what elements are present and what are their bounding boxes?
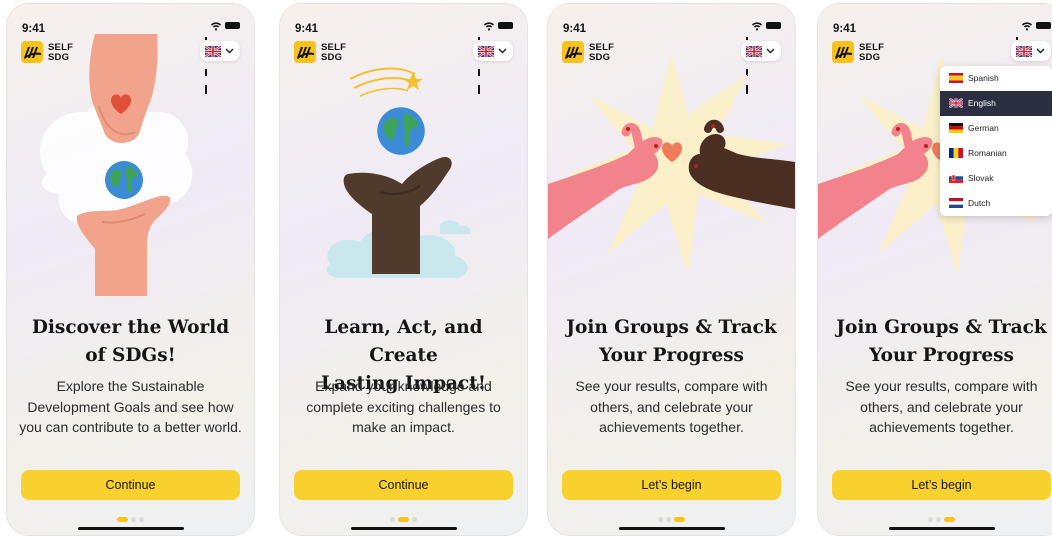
lets-begin-button[interactable]: Let’s begin [562, 470, 781, 500]
page-indicator [548, 511, 795, 523]
phone-screen-learn: 9:41 SELF SDG Learn, Act, and Create Las… [280, 4, 527, 535]
battery-icon [225, 22, 240, 29]
onboarding-description: Explore the Sustainable Development Goal… [19, 378, 242, 435]
continue-button[interactable]: Continue [21, 470, 240, 500]
continue-button[interactable]: Continue [294, 470, 513, 500]
onboarding-title: Join Groups & Track Your Progress [828, 314, 1052, 370]
title-line-1: Join Groups & Track [566, 317, 777, 338]
title-line-2: of SDGs! [85, 345, 176, 366]
language-option-english[interactable]: English [940, 91, 1052, 116]
page-dot-2 [666, 517, 671, 523]
netherlands-flag-icon [949, 198, 963, 208]
wifi-icon [1022, 21, 1032, 31]
page-dot-2-active [398, 517, 409, 523]
title-line-2: Your Progress [869, 345, 1014, 366]
hands-globe-illustration [39, 34, 193, 296]
page-dot-1 [928, 517, 933, 523]
title-line-1: Join Groups & Track [836, 317, 1047, 338]
page-dot-2 [936, 517, 941, 523]
slovakia-flag-icon [949, 173, 963, 183]
language-option-romanian[interactable]: Romanian [940, 141, 1052, 166]
language-option-label: Slovak [968, 173, 994, 183]
wifi-icon [211, 21, 221, 31]
hand-tossing-globe-illustration [326, 67, 471, 278]
language-option-dutch[interactable]: Dutch [940, 191, 1052, 216]
page-dot-3 [412, 517, 417, 523]
page-dot-1 [658, 517, 663, 523]
page-indicator [7, 511, 254, 523]
lets-begin-button[interactable]: Let’s begin [832, 470, 1051, 500]
page-dot-2 [131, 517, 136, 523]
page-dot-3 [139, 517, 144, 523]
title-line-2: Your Progress [599, 345, 744, 366]
wifi-icon [752, 21, 762, 31]
page-indicator [280, 511, 527, 523]
title-line-1: Learn, Act, and Create [324, 317, 483, 366]
romania-flag-icon [949, 148, 963, 158]
page-dot-1-active [117, 517, 128, 523]
language-dropdown-menu: Spanish English German Romanian Slovak D… [940, 66, 1052, 216]
page-dot-3-active [674, 517, 685, 523]
onboarding-title: Join Groups & Track Your Progress [558, 314, 785, 370]
wifi-icon [484, 21, 494, 31]
onboarding-screens: 9:41 SELF SDG Discover the World of SDGs! [0, 0, 1052, 538]
battery-icon [1036, 22, 1051, 29]
onboarding-description: See your results, compare with others, a… [575, 378, 768, 435]
status-bar: 9:41 [563, 19, 781, 94]
page-dot-1 [390, 517, 395, 523]
onboarding-title: Discover the World of SDGs! [17, 314, 244, 370]
language-option-german[interactable]: German [940, 116, 1052, 141]
language-option-label: Spanish [968, 73, 999, 83]
phone-screen-language-menu: 9:41 SELF SDG Spanish English German Rom… [818, 4, 1052, 535]
uk-flag-icon [949, 98, 963, 108]
page-indicator [818, 511, 1052, 523]
home-indicator [78, 527, 184, 530]
language-option-label: Romanian [968, 148, 1007, 158]
home-indicator [351, 527, 457, 530]
hands-heart-illustration [548, 54, 795, 274]
status-bar: 9:41 [22, 19, 240, 94]
germany-flag-icon [949, 123, 963, 133]
onboarding-description: Expand your knowledge and complete excit… [306, 378, 501, 435]
language-option-label: German [968, 123, 999, 133]
title-line-1: Discover the World [31, 317, 230, 338]
page-dot-3-active [944, 517, 955, 523]
battery-icon [498, 22, 513, 29]
spain-flag-icon [949, 73, 963, 83]
home-indicator [619, 527, 725, 530]
language-option-slovak[interactable]: Slovak [940, 166, 1052, 191]
phone-screen-join-groups: 9:41 SELF SDG Join Groups & Track Your P… [548, 4, 795, 535]
language-option-spanish[interactable]: Spanish [940, 66, 1052, 91]
onboarding-description: See your results, compare with others, a… [845, 378, 1038, 435]
home-indicator [889, 527, 995, 530]
phone-screen-discover: 9:41 SELF SDG Discover the World of SDGs! [7, 4, 254, 535]
language-option-label: English [968, 98, 996, 108]
status-bar: 9:41 [833, 19, 1051, 94]
language-option-label: Dutch [968, 198, 991, 208]
status-bar: 9:41 [295, 19, 513, 94]
battery-icon [766, 22, 781, 29]
